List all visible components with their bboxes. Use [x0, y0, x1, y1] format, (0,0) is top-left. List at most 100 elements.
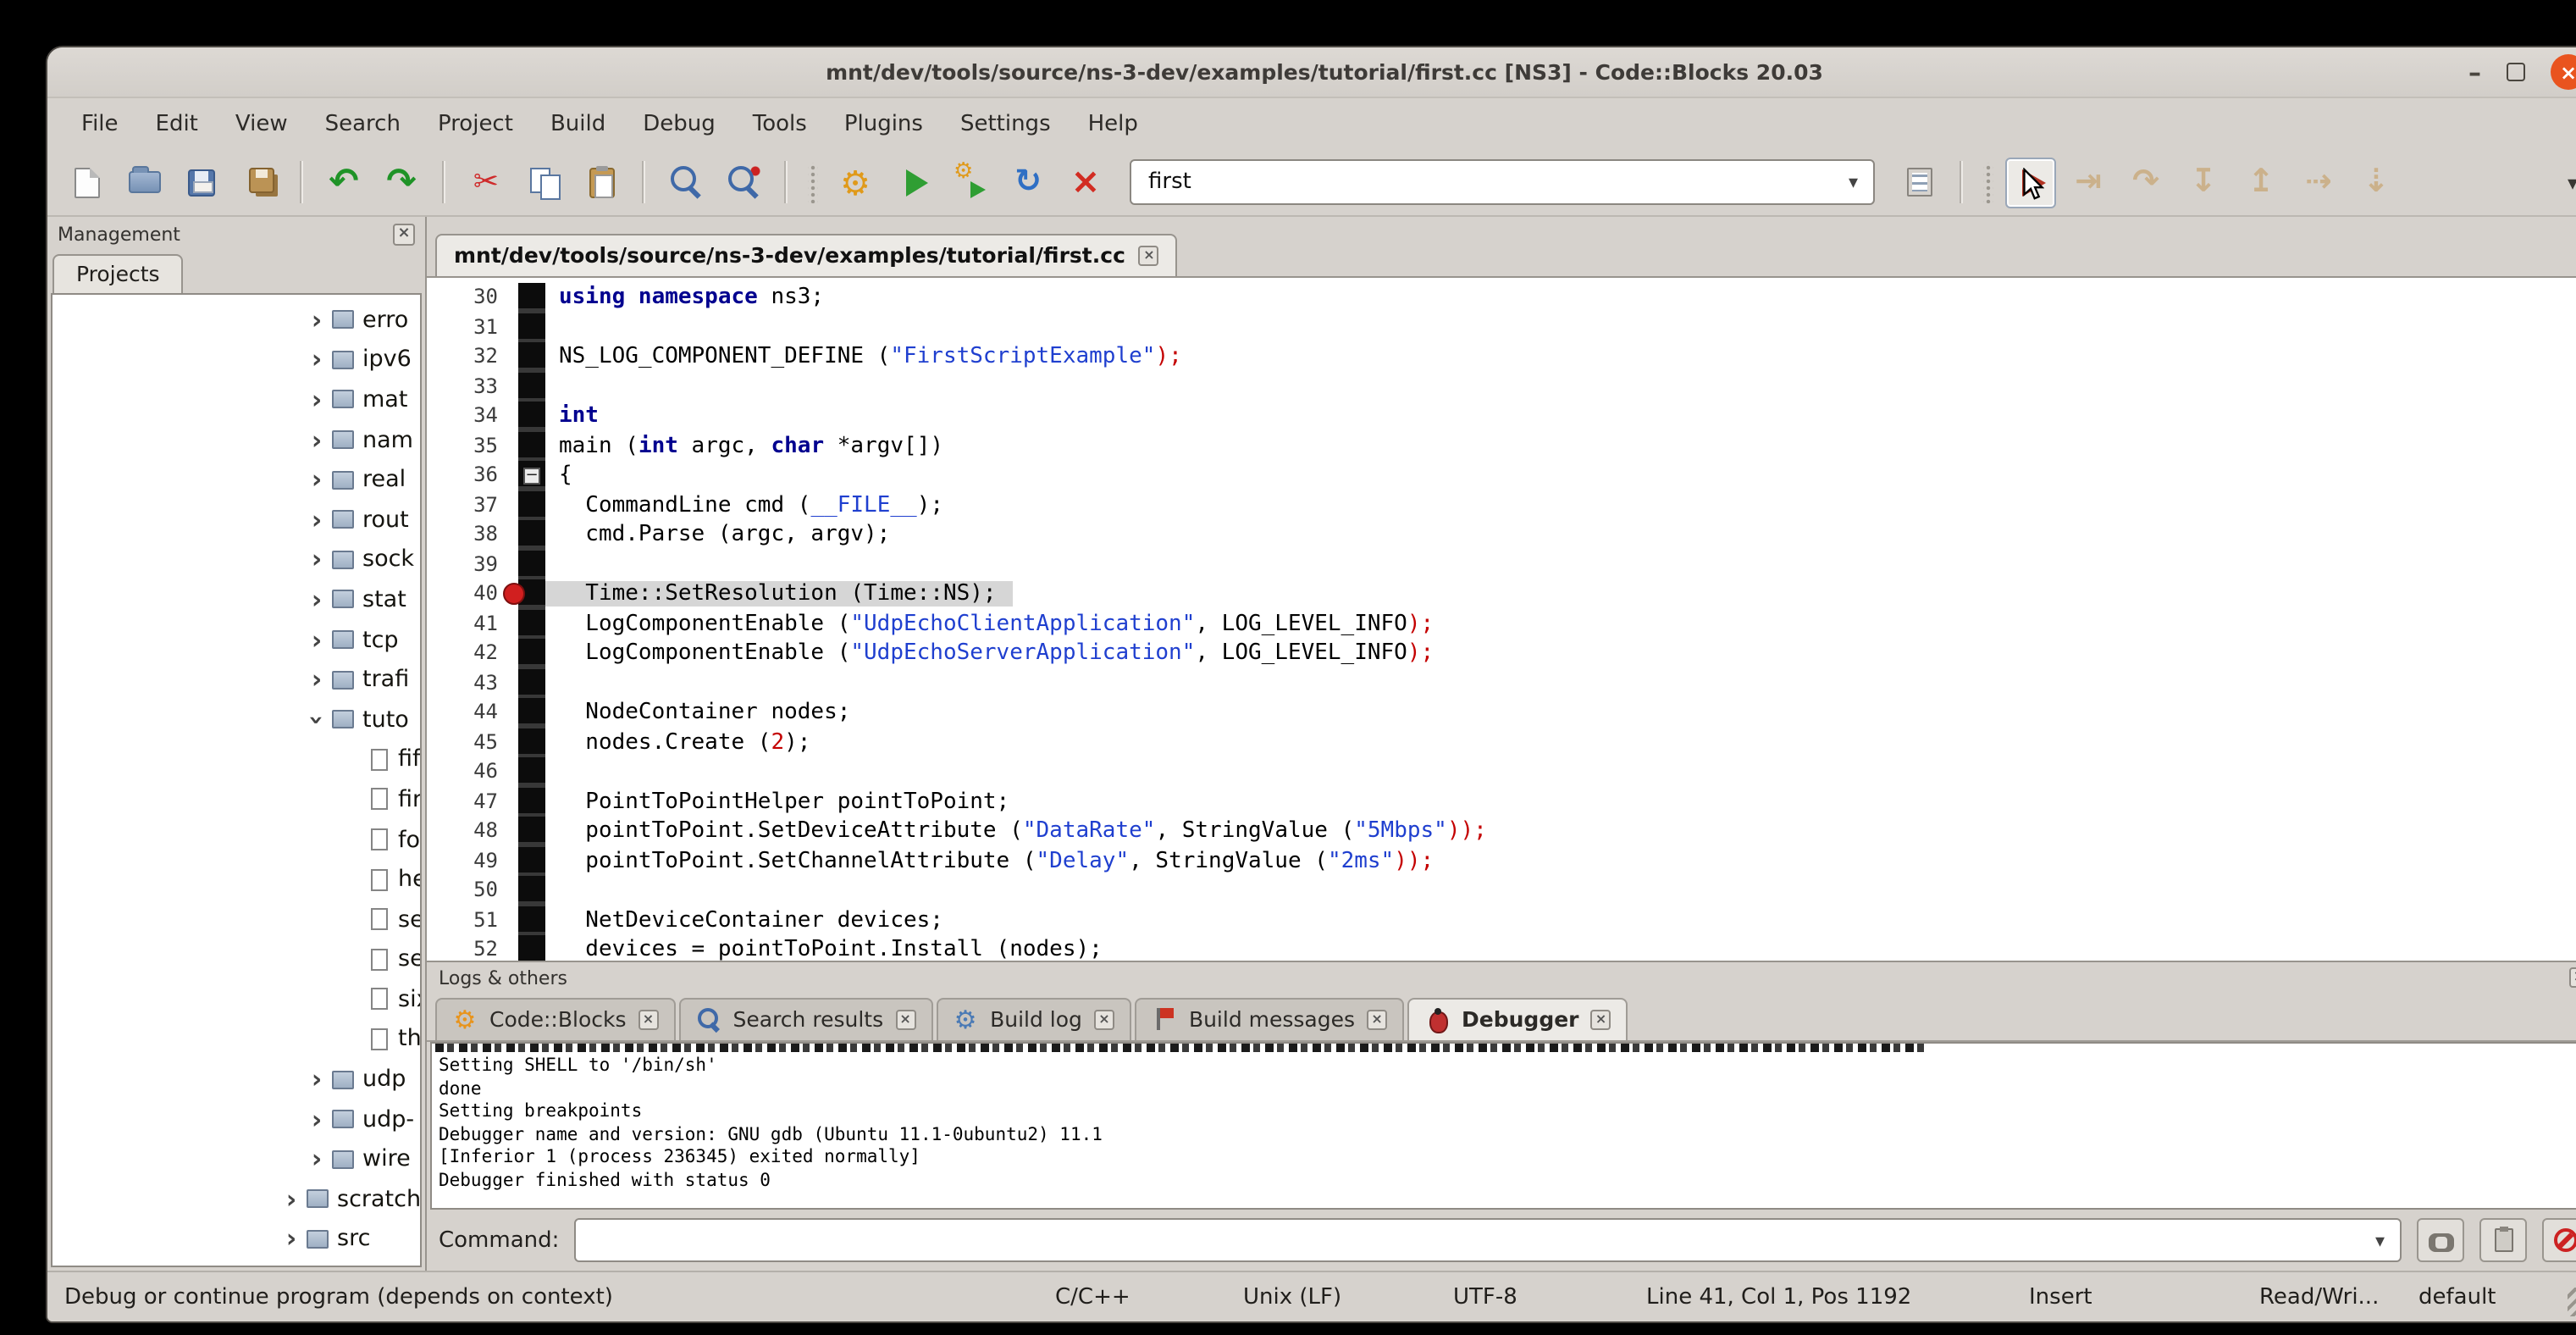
fold-margin[interactable] — [518, 668, 545, 698]
tree-item-th[interactable]: th — [53, 1019, 420, 1059]
step-into-button[interactable]: ↧ — [2178, 157, 2229, 208]
tree-item-wire[interactable]: ›wire — [53, 1139, 420, 1179]
logs-tab-build-messages[interactable]: Build messages× — [1135, 998, 1404, 1040]
search-options-button[interactable] — [1893, 157, 1944, 208]
chevron-right-icon[interactable]: › — [305, 305, 329, 335]
tab-close-icon[interactable]: × — [1591, 1009, 1611, 1029]
line-number[interactable]: 37 — [427, 490, 518, 520]
step-into-instruction-button[interactable]: ⇣ — [2351, 157, 2402, 208]
menu-edit[interactable]: Edit — [137, 102, 217, 145]
search-combobox[interactable]: first▾ — [1130, 159, 1875, 205]
fold-margin[interactable] — [518, 342, 545, 372]
line-number[interactable]: 50 — [427, 876, 518, 906]
tree-item-erro[interactable]: ›erro — [53, 300, 420, 340]
code-line[interactable]: 33 — [427, 372, 2576, 402]
abort-build-button[interactable]: × — [1060, 157, 1111, 208]
menu-project[interactable]: Project — [419, 102, 532, 145]
code-line[interactable]: 39 — [427, 550, 2576, 579]
menu-search[interactable]: Search — [307, 102, 419, 145]
line-number[interactable]: 48 — [427, 817, 518, 846]
line-number[interactable]: 49 — [427, 846, 518, 876]
chevron-down-icon[interactable]: › — [301, 707, 332, 731]
line-number[interactable]: 42 — [427, 639, 518, 668]
tree-item-trafi[interactable]: ›trafi — [53, 660, 420, 700]
chevron-right-icon[interactable]: › — [305, 1064, 329, 1094]
resize-grip-icon[interactable] — [2568, 1288, 2576, 1316]
step-out-button[interactable]: ↥ — [2236, 157, 2286, 208]
new-file-button[interactable] — [61, 157, 112, 208]
chevron-right-icon[interactable]: › — [305, 545, 329, 575]
line-number[interactable]: 36 — [427, 461, 518, 490]
tree-item-se[interactable]: se — [53, 939, 420, 979]
line-number[interactable]: 39 — [427, 550, 518, 579]
rebuild-button[interactable]: ↻ — [1003, 157, 1053, 208]
code-line[interactable]: 34int — [427, 402, 2576, 431]
menu-tools[interactable]: Tools — [734, 102, 826, 145]
code-line[interactable]: 48 pointToPoint.SetDeviceAttribute ("Dat… — [427, 817, 2576, 846]
line-number[interactable]: 43 — [427, 668, 518, 698]
code-line[interactable]: 38 cmd.Parse (argc, argv); — [427, 520, 2576, 550]
fold-margin[interactable] — [518, 313, 545, 342]
chevron-right-icon[interactable]: › — [305, 584, 329, 615]
line-number[interactable]: 35 — [427, 431, 518, 461]
fold-margin[interactable] — [518, 935, 545, 961]
chevron-right-icon[interactable]: › — [305, 664, 329, 695]
save-file-button[interactable] — [176, 157, 227, 208]
fold-margin[interactable] — [518, 520, 545, 550]
chevron-down-icon[interactable]: ▾ — [1833, 171, 1873, 193]
log-output[interactable]: Setting SHELL to '/bin/sh'doneSetting br… — [430, 1042, 2576, 1210]
code-line[interactable]: 46 — [427, 757, 2576, 787]
tree-item-se[interactable]: se — [53, 900, 420, 939]
title-bar[interactable]: mnt/dev/tools/source/ns-3-dev/examples/t… — [47, 47, 2576, 98]
line-number[interactable]: 40 — [427, 579, 518, 609]
tree-item-stat[interactable]: ›stat — [53, 579, 420, 619]
code-line[interactable]: 49 pointToPoint.SetChannelAttribute ("De… — [427, 846, 2576, 876]
tree-item-real[interactable]: ›real — [53, 460, 420, 500]
code-line[interactable]: 52 devices = pointToPoint.Install (nodes… — [427, 935, 2576, 961]
fold-margin[interactable] — [518, 402, 545, 431]
logs-tab-debugger[interactable]: Debugger× — [1407, 998, 1628, 1040]
tab-projects[interactable]: Projects — [53, 254, 184, 293]
management-close-icon[interactable]: × — [393, 223, 415, 245]
toolbar-grip-icon[interactable] — [1983, 162, 1993, 202]
tree-item-fif[interactable]: fif — [53, 740, 420, 779]
chevron-right-icon[interactable]: › — [305, 1104, 329, 1134]
menu-plugins[interactable]: Plugins — [826, 102, 942, 145]
chevron-right-icon[interactable]: › — [305, 345, 329, 375]
build-and-run-button[interactable] — [945, 157, 996, 208]
fold-margin[interactable] — [518, 639, 545, 668]
build-button[interactable]: ⚙ — [830, 157, 881, 208]
stop-debugger-button[interactable] — [2542, 1218, 2576, 1262]
tree-item-ipv6[interactable]: ›ipv6 — [53, 340, 420, 379]
next-line-button[interactable]: ↷ — [2120, 157, 2171, 208]
tree-item-tuto[interactable]: ›tuto — [53, 700, 420, 740]
menu-help[interactable]: Help — [1070, 102, 1157, 145]
code-line[interactable]: 51 NetDeviceContainer devices; — [427, 906, 2576, 935]
fold-margin[interactable] — [518, 728, 545, 757]
fold-margin[interactable] — [518, 906, 545, 935]
fold-margin[interactable] — [518, 550, 545, 579]
code-line[interactable]: 36−{ — [427, 461, 2576, 490]
fold-margin[interactable] — [518, 787, 545, 817]
tree-item-sock[interactable]: ›sock — [53, 540, 420, 579]
undo-button[interactable]: ↶ — [318, 157, 369, 208]
code-line[interactable]: 40 Time::SetResolution (Time::NS); — [427, 579, 2576, 609]
chevron-right-icon[interactable]: › — [305, 624, 329, 655]
minimize-icon[interactable]: – — [2468, 64, 2481, 80]
link-button[interactable] — [2417, 1218, 2464, 1262]
next-instruction-button[interactable]: ⇢ — [2293, 157, 2344, 208]
code-line[interactable]: 31 — [427, 313, 2576, 342]
find-button[interactable] — [661, 157, 711, 208]
tree-item-src[interactable]: ›src — [53, 1219, 420, 1259]
fold-margin[interactable] — [518, 372, 545, 402]
clipboard-button[interactable] — [2479, 1218, 2527, 1262]
logs-tab-search-results[interactable]: Search results× — [679, 998, 933, 1040]
chevron-right-icon[interactable]: › — [305, 1144, 329, 1175]
command-input[interactable]: ▾ — [574, 1218, 2402, 1262]
redo-button[interactable]: ↷ — [376, 157, 427, 208]
run-button[interactable] — [887, 157, 938, 208]
chevron-right-icon[interactable]: › — [305, 505, 329, 535]
line-number[interactable]: 46 — [427, 757, 518, 787]
line-number[interactable]: 45 — [427, 728, 518, 757]
line-number[interactable]: 41 — [427, 609, 518, 639]
